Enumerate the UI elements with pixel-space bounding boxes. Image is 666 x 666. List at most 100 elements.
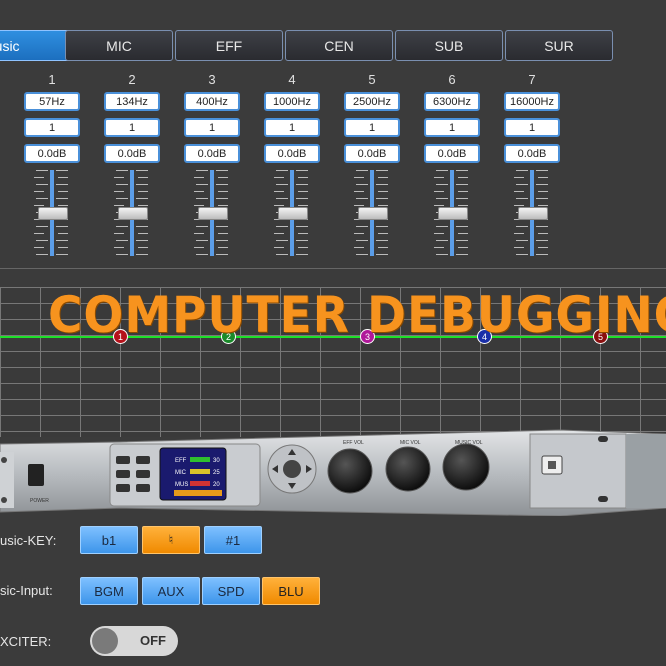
slider-thumb[interactable] <box>358 207 388 220</box>
slider-tick <box>196 254 208 255</box>
slider-tick <box>538 205 548 206</box>
slider-tick <box>36 240 48 241</box>
slider-tick <box>378 233 388 234</box>
gain-slider[interactable] <box>514 170 550 256</box>
slider-thumb[interactable] <box>518 207 548 220</box>
slider-tick <box>536 184 548 185</box>
gain-field[interactable]: 0.0dB <box>24 144 80 163</box>
tab-mic[interactable]: MIC <box>65 30 173 61</box>
slider-tick <box>58 247 68 248</box>
gain-slider[interactable] <box>114 170 150 256</box>
freq-field[interactable]: 57Hz <box>24 92 80 111</box>
q-field[interactable]: 1 <box>184 118 240 137</box>
gain-field[interactable]: 0.0dB <box>504 144 560 163</box>
slider-tick <box>538 191 548 192</box>
slider-tick <box>434 177 444 178</box>
input-spd-button[interactable]: SPD <box>202 577 260 605</box>
slider-tick <box>56 170 68 171</box>
toggle-state-label: OFF <box>140 633 166 648</box>
slider-tick <box>136 184 148 185</box>
slider-thumb[interactable] <box>38 207 68 220</box>
slider-tick <box>216 240 228 241</box>
freq-field[interactable]: 400Hz <box>184 92 240 111</box>
exciter-label: XCITER: <box>0 634 52 649</box>
tab-sub[interactable]: SUB <box>395 30 503 61</box>
svg-text:25: 25 <box>213 470 220 476</box>
slider-tick <box>354 233 364 234</box>
slider-tick <box>216 170 228 171</box>
slider-tick <box>138 177 148 178</box>
slider-tick <box>114 177 124 178</box>
input-bgm-button[interactable]: BGM <box>80 577 138 605</box>
slider-tick <box>138 191 148 192</box>
slider-tick <box>436 226 448 227</box>
q-field[interactable]: 1 <box>344 118 400 137</box>
tab-cen[interactable]: CEN <box>285 30 393 61</box>
q-field[interactable]: 1 <box>504 118 560 137</box>
q-field[interactable]: 1 <box>264 118 320 137</box>
toggle-knob[interactable] <box>92 628 118 654</box>
exciter-toggle[interactable]: OFF <box>90 626 178 656</box>
slider-tick <box>36 226 48 227</box>
slider-tick <box>116 198 128 199</box>
slider-tick <box>34 247 44 248</box>
slider-tick <box>458 233 468 234</box>
gain-field[interactable]: 0.0dB <box>264 144 320 163</box>
slider-tick <box>34 191 44 192</box>
slider-tick <box>436 254 448 255</box>
slider-tick <box>298 205 308 206</box>
key-sharp1-button[interactable]: #1 <box>204 526 262 554</box>
slider-tick <box>436 184 448 185</box>
input-blu-button[interactable]: BLU <box>262 577 320 605</box>
slider-thumb[interactable] <box>278 207 308 220</box>
slider-tick <box>458 205 468 206</box>
gain-slider[interactable] <box>274 170 310 256</box>
slider-tick <box>136 198 148 199</box>
slider-tick <box>218 177 228 178</box>
slider-tick <box>34 233 44 234</box>
slider-thumb[interactable] <box>198 207 228 220</box>
slider-tick <box>356 226 368 227</box>
slider-tick <box>194 191 204 192</box>
slider-tick <box>36 254 48 255</box>
slider-thumb[interactable] <box>118 207 148 220</box>
band-number: 3 <box>208 72 216 87</box>
q-field[interactable]: 1 <box>424 118 480 137</box>
slider-tick <box>436 240 448 241</box>
slider-tick <box>436 198 448 199</box>
q-field[interactable]: 1 <box>24 118 80 137</box>
slider-tick <box>36 198 48 199</box>
tab-sur[interactable]: SUR <box>505 30 613 61</box>
gain-field[interactable]: 0.0dB <box>344 144 400 163</box>
gain-slider[interactable] <box>194 170 230 256</box>
slider-tick <box>376 240 388 241</box>
slider-tick <box>138 233 148 234</box>
gain-field[interactable]: 0.0dB <box>104 144 160 163</box>
gain-slider[interactable] <box>34 170 70 256</box>
slider-tick <box>116 240 128 241</box>
freq-field[interactable]: 6300Hz <box>424 92 480 111</box>
key-b1-button[interactable]: b1 <box>80 526 138 554</box>
gain-field[interactable]: 0.0dB <box>424 144 480 163</box>
slider-tick <box>136 240 148 241</box>
key-natural-button[interactable]: ♮ <box>142 526 200 554</box>
slider-tick <box>196 170 208 171</box>
freq-field[interactable]: 16000Hz <box>504 92 560 111</box>
slider-tick <box>196 240 208 241</box>
input-aux-button[interactable]: AUX <box>142 577 200 605</box>
slider-tick <box>376 226 388 227</box>
freq-field[interactable]: 2500Hz <box>344 92 400 111</box>
tab-eff[interactable]: EFF <box>175 30 283 61</box>
gain-field[interactable]: 0.0dB <box>184 144 240 163</box>
freq-field[interactable]: 1000Hz <box>264 92 320 111</box>
slider-tick <box>34 177 44 178</box>
tab-label: Music <box>0 37 20 54</box>
gain-slider[interactable] <box>354 170 390 256</box>
slider-thumb[interactable] <box>438 207 468 220</box>
slider-tick <box>296 170 308 171</box>
freq-field[interactable]: 134Hz <box>104 92 160 111</box>
slider-tick <box>58 233 68 234</box>
q-field[interactable]: 1 <box>104 118 160 137</box>
slider-tick <box>114 205 124 206</box>
gain-slider[interactable] <box>434 170 470 256</box>
